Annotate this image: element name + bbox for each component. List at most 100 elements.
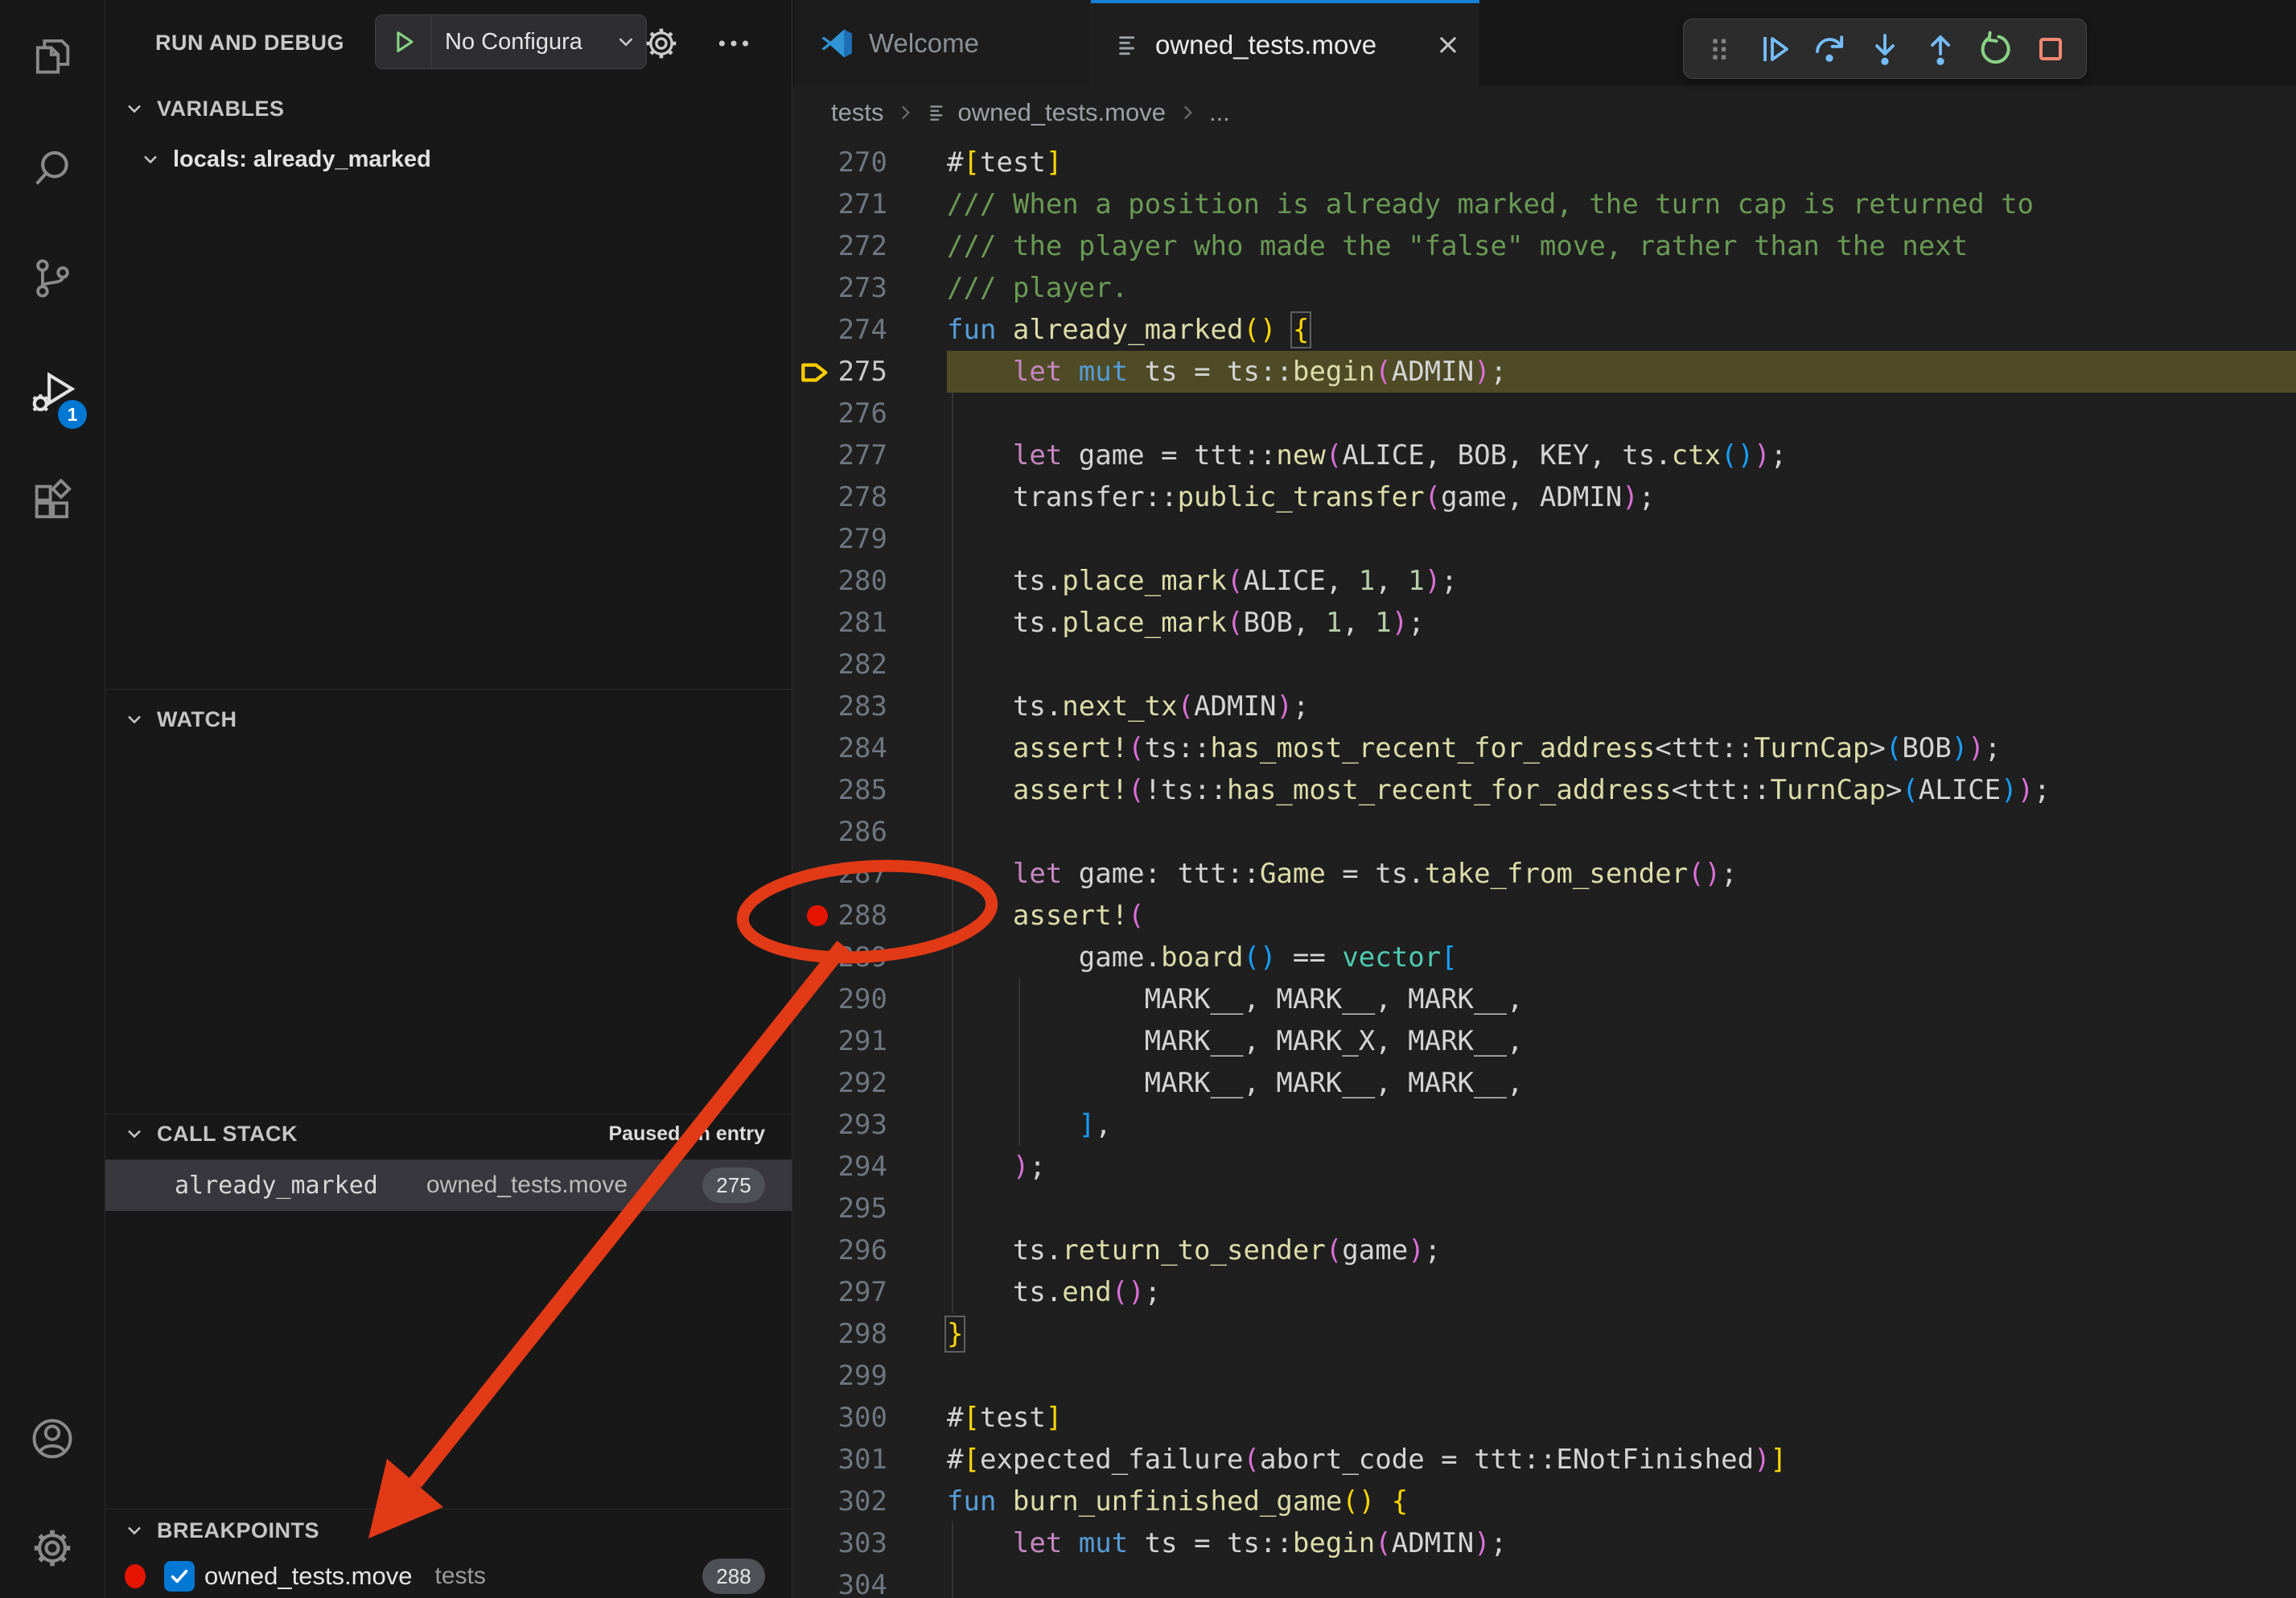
- debug-settings-gear-icon[interactable]: [641, 23, 681, 68]
- code-line-297[interactable]: 297 ts.end();: [792, 1271, 2296, 1313]
- line-number[interactable]: 298: [792, 1313, 887, 1355]
- more-actions-icon[interactable]: [714, 23, 754, 68]
- code-line-296[interactable]: 296 ts.return_to_sender(game);: [792, 1229, 2296, 1271]
- line-number[interactable]: 301: [792, 1439, 887, 1481]
- explorer-icon[interactable]: [0, 11, 105, 100]
- line-number[interactable]: 285: [792, 769, 887, 811]
- line-number[interactable]: 275: [792, 351, 887, 393]
- call-stack-frame[interactable]: already_marked owned_tests.move 275: [105, 1159, 792, 1211]
- line-number[interactable]: 295: [792, 1188, 887, 1229]
- code-line-286[interactable]: 286: [792, 811, 2296, 853]
- breadcrumb-file[interactable]: owned_tests.move: [957, 98, 1165, 127]
- restart-icon[interactable]: [1971, 25, 2019, 73]
- code-line-272[interactable]: 272/// the player who made the "false" m…: [792, 225, 2296, 267]
- section-breakpoints[interactable]: BREAKPOINTS: [105, 1512, 792, 1549]
- extensions-icon[interactable]: [0, 458, 105, 546]
- line-number[interactable]: 303: [792, 1522, 887, 1564]
- line-number[interactable]: 290: [792, 978, 887, 1020]
- line-number[interactable]: 296: [792, 1229, 887, 1271]
- line-number[interactable]: 284: [792, 727, 887, 769]
- run-and-debug-icon[interactable]: 1: [0, 348, 105, 437]
- line-number[interactable]: 297: [792, 1271, 887, 1313]
- line-number[interactable]: 281: [792, 602, 887, 644]
- code-line-299[interactable]: 299: [792, 1355, 2296, 1397]
- line-number[interactable]: 270: [792, 142, 887, 183]
- drag-handle-icon[interactable]: [1695, 25, 1743, 73]
- code-line-303[interactable]: 303 let mut ts = ts::begin(ADMIN);: [792, 1522, 2296, 1564]
- line-number[interactable]: 286: [792, 811, 887, 853]
- section-variables[interactable]: VARIABLES: [105, 90, 792, 127]
- code-line-275[interactable]: 275 let mut ts = ts::begin(ADMIN);: [792, 351, 2296, 393]
- line-number[interactable]: 287: [792, 853, 887, 895]
- line-number[interactable]: 283: [792, 686, 887, 727]
- code-line-279[interactable]: 279: [792, 518, 2296, 560]
- stop-icon[interactable]: [2026, 25, 2075, 73]
- breadcrumb-folder[interactable]: tests: [831, 98, 883, 127]
- code-line-300[interactable]: 300#[test]: [792, 1397, 2296, 1439]
- start-debug-icon[interactable]: [376, 15, 432, 68]
- line-number[interactable]: 272: [792, 225, 887, 267]
- close-tab-icon[interactable]: ×: [1436, 31, 1460, 60]
- code-line-277[interactable]: 277 let game = ttt::new(ALICE, BOB, KEY,…: [792, 435, 2296, 476]
- code-line-284[interactable]: 284 assert!(ts::has_most_recent_for_addr…: [792, 727, 2296, 769]
- code-line-278[interactable]: 278 transfer::public_transfer(game, ADMI…: [792, 476, 2296, 518]
- line-number[interactable]: 304: [792, 1564, 887, 1598]
- code-line-288[interactable]: 288 assert!(: [792, 895, 2296, 937]
- code-line-282[interactable]: 282: [792, 644, 2296, 686]
- line-number[interactable]: 302: [792, 1481, 887, 1522]
- line-number[interactable]: 289: [792, 937, 887, 978]
- code-line-276[interactable]: 276: [792, 393, 2296, 435]
- breadcrumb-more[interactable]: ...: [1209, 98, 1230, 127]
- code-line-289[interactable]: 289 game.board() == vector[: [792, 937, 2296, 978]
- code-line-287[interactable]: 287 let game: ttt::Game = ts.take_from_s…: [792, 853, 2296, 895]
- line-number[interactable]: 280: [792, 560, 887, 602]
- line-number[interactable]: 279: [792, 518, 887, 560]
- code-area[interactable]: 270#[test]271/// When a position is alre…: [792, 142, 2296, 1598]
- line-number[interactable]: 300: [792, 1397, 887, 1439]
- code-line-295[interactable]: 295: [792, 1188, 2296, 1229]
- tab-owned-tests-move[interactable]: owned_tests.move ×: [1091, 0, 1479, 86]
- line-number[interactable]: 278: [792, 476, 887, 518]
- line-number[interactable]: 294: [792, 1146, 887, 1188]
- breakpoint-item[interactable]: owned_tests.move tests 288: [105, 1555, 792, 1598]
- debug-config-dropdown[interactable]: No Configura: [375, 14, 647, 69]
- line-number[interactable]: 293: [792, 1104, 887, 1146]
- section-watch[interactable]: WATCH: [105, 701, 792, 738]
- code-line-274[interactable]: 274fun already_marked() {: [792, 309, 2296, 351]
- variables-scope-locals[interactable]: locals: already_marked: [105, 138, 792, 180]
- line-number[interactable]: 291: [792, 1020, 887, 1062]
- code-line-301[interactable]: 301#[expected_failure(abort_code = ttt::…: [792, 1439, 2296, 1481]
- tab-welcome[interactable]: Welcome: [795, 0, 1091, 86]
- step-into-icon[interactable]: [1861, 25, 1909, 73]
- step-out-icon[interactable]: [1916, 25, 1965, 73]
- code-line-304[interactable]: 304: [792, 1564, 2296, 1598]
- code-line-270[interactable]: 270#[test]: [792, 142, 2296, 183]
- line-number[interactable]: 299: [792, 1355, 887, 1397]
- line-number[interactable]: 292: [792, 1062, 887, 1104]
- line-number[interactable]: 273: [792, 267, 887, 309]
- settings-icon[interactable]: [0, 1504, 105, 1592]
- section-call-stack[interactable]: CALL STACK Paused on entry: [105, 1115, 792, 1152]
- line-number[interactable]: 288: [792, 895, 887, 937]
- code-line-302[interactable]: 302fun burn_unfinished_game() {: [792, 1481, 2296, 1522]
- line-number[interactable]: 277: [792, 435, 887, 476]
- code-line-283[interactable]: 283 ts.next_tx(ADMIN);: [792, 686, 2296, 727]
- code-line-281[interactable]: 281 ts.place_mark(BOB, 1, 1);: [792, 602, 2296, 644]
- code-line-294[interactable]: 294 );: [792, 1146, 2296, 1188]
- account-icon[interactable]: [0, 1394, 105, 1483]
- code-line-298[interactable]: 298}: [792, 1313, 2296, 1355]
- line-number[interactable]: 271: [792, 183, 887, 225]
- code-line-271[interactable]: 271/// When a position is already marked…: [792, 183, 2296, 225]
- line-number[interactable]: 274: [792, 309, 887, 351]
- step-over-icon[interactable]: [1805, 25, 1854, 73]
- source-control-icon[interactable]: [0, 234, 105, 323]
- code-line-285[interactable]: 285 assert!(!ts::has_most_recent_for_add…: [792, 769, 2296, 811]
- breakpoint-checkbox[interactable]: [164, 1561, 195, 1592]
- code-line-280[interactable]: 280 ts.place_mark(ALICE, 1, 1);: [792, 560, 2296, 602]
- continue-icon[interactable]: [1751, 25, 1799, 73]
- search-icon[interactable]: [0, 124, 105, 212]
- breadcrumb[interactable]: tests owned_tests.move ...: [792, 86, 2296, 138]
- line-number[interactable]: 276: [792, 393, 887, 435]
- code-line-273[interactable]: 273/// player.: [792, 267, 2296, 309]
- line-number[interactable]: 282: [792, 644, 887, 686]
